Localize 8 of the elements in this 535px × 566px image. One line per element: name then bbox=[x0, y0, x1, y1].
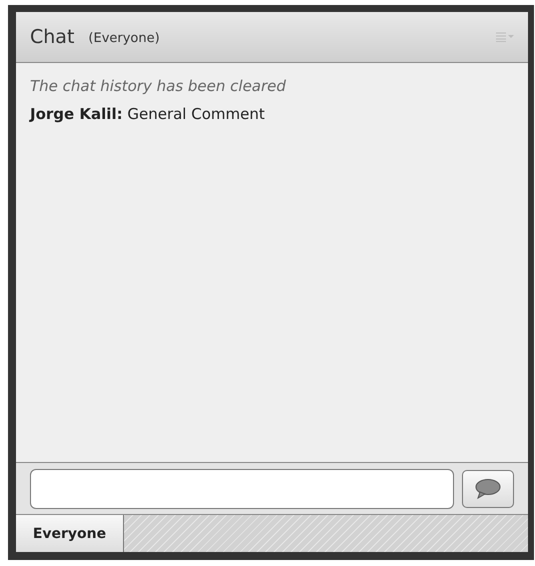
chat-tab[interactable]: Everyone bbox=[16, 515, 124, 552]
send-button[interactable] bbox=[462, 470, 514, 508]
chat-message: Jorge Kalil: General Comment bbox=[30, 105, 266, 123]
system-message: The chat history has been cleared bbox=[30, 77, 287, 95]
speech-bubble-icon bbox=[474, 478, 502, 500]
panel-title: Chat bbox=[30, 26, 74, 48]
panel-scope: (Everyone) bbox=[88, 31, 160, 46]
message-input-field[interactable] bbox=[30, 468, 454, 508]
